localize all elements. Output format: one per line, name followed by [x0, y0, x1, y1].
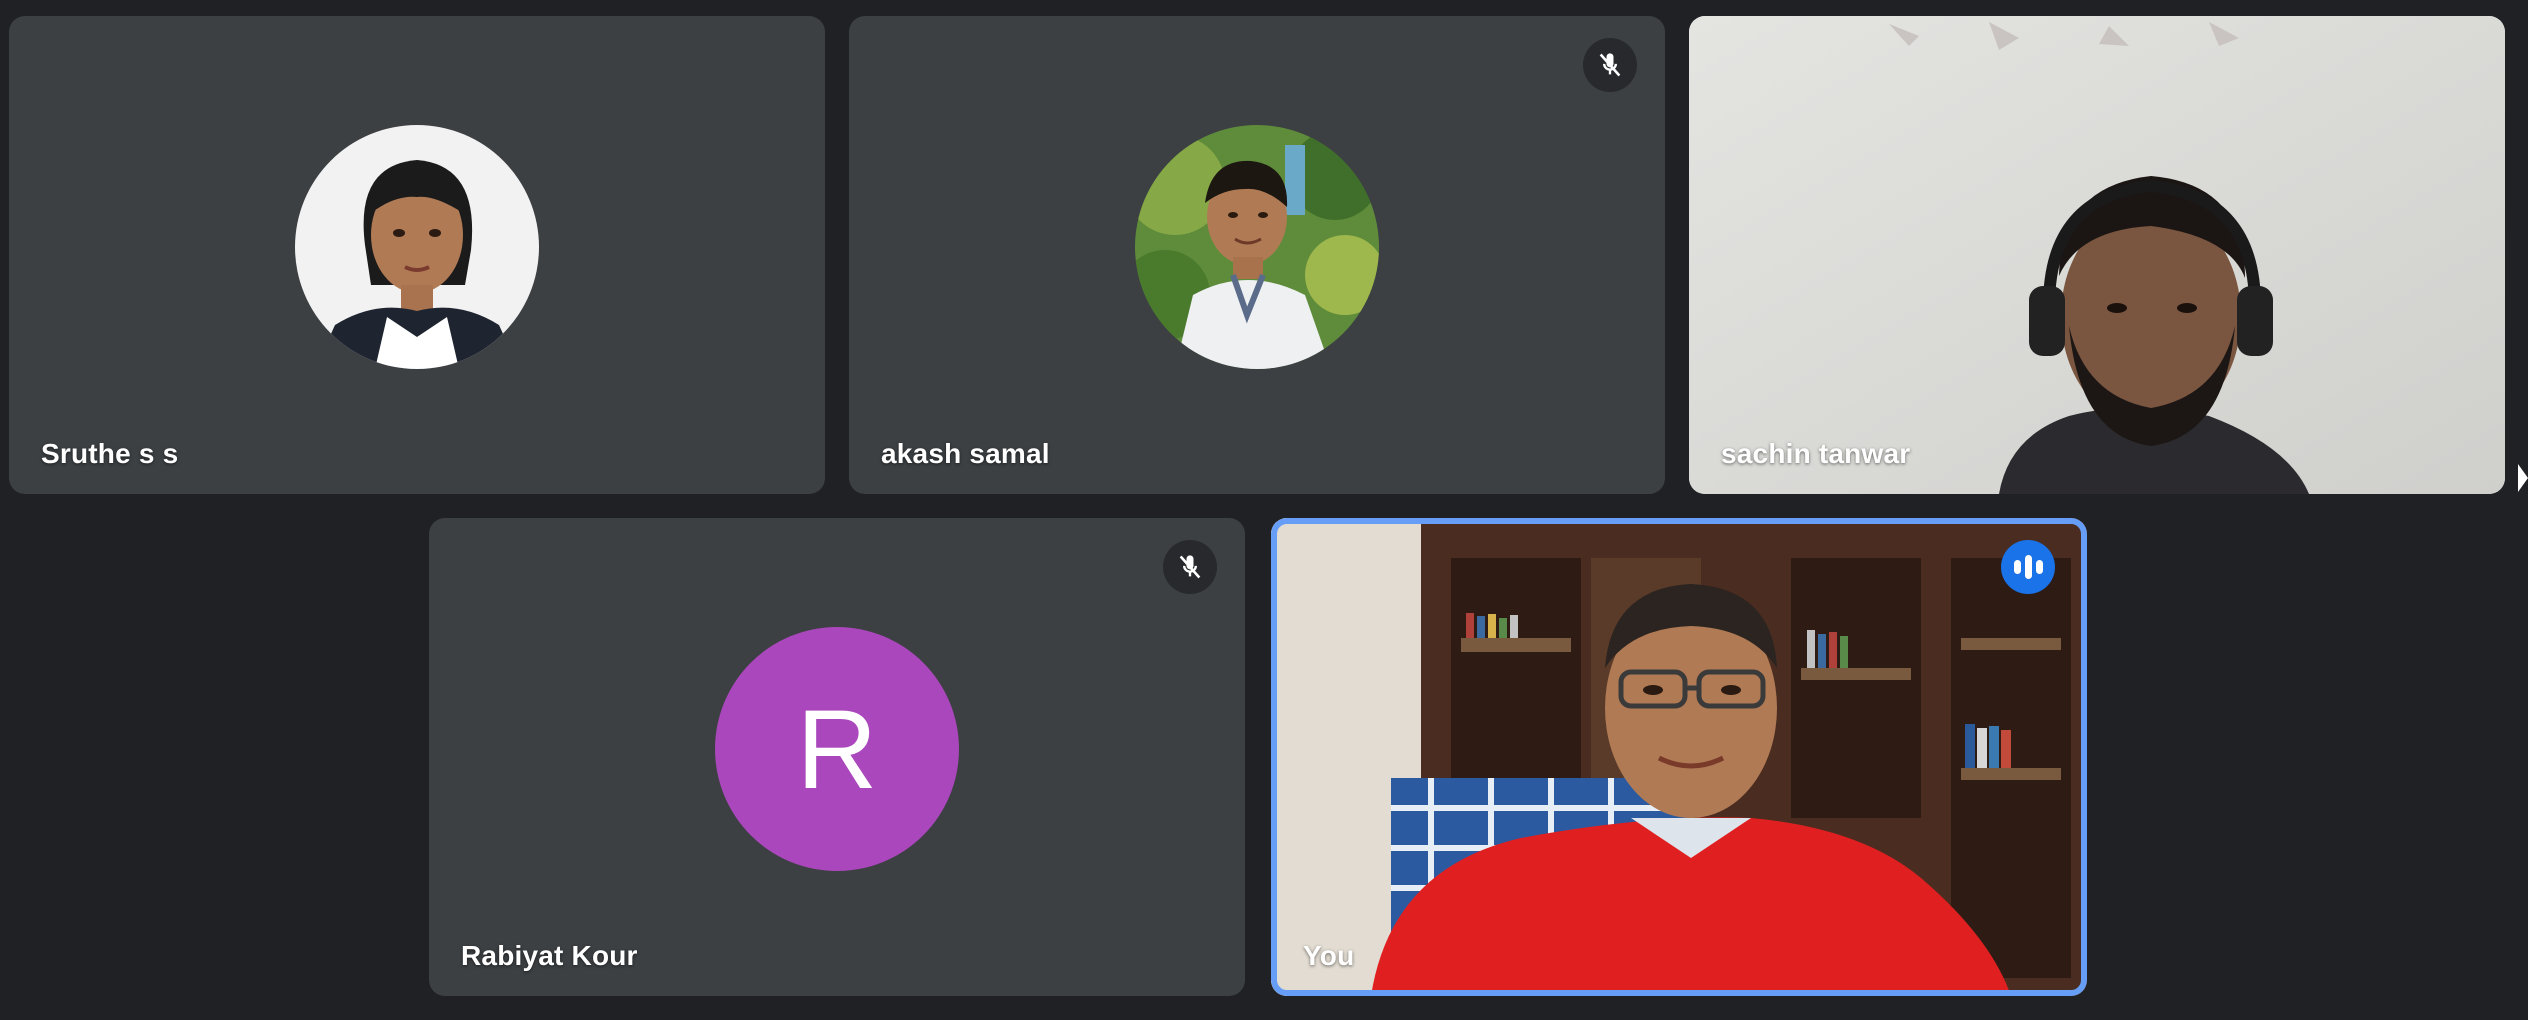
video-feed — [1689, 16, 2505, 494]
participant-tile-rabiyat[interactable]: R Rabiyat Kour — [429, 518, 1245, 996]
participant-name: akash samal — [881, 438, 1050, 469]
video-feed — [1271, 518, 2087, 996]
avatar-photo — [1135, 125, 1379, 369]
audio-level-icon — [2001, 540, 2055, 594]
avatar-photo — [295, 125, 539, 369]
participant-tile-akash[interactable]: akash samal — [849, 16, 1665, 494]
participant-tile-self[interactable]: You — [1271, 518, 2087, 996]
initial-avatar: R — [715, 627, 959, 871]
mouse-cursor-icon — [2518, 464, 2528, 492]
meeting-grid: Sruthe s s akash samal sachin tanwar R R… — [0, 0, 2528, 1020]
mic-off-icon — [1163, 540, 1217, 594]
participant-name: Rabiyat Kour — [461, 940, 638, 971]
participant-tile-sachin[interactable]: sachin tanwar — [1689, 16, 2505, 494]
mic-off-icon — [1583, 38, 1637, 92]
participant-name: You — [1303, 940, 1355, 971]
participant-name: sachin tanwar — [1721, 438, 1911, 469]
participant-name: Sruthe s s — [41, 438, 179, 469]
participant-tile-sruthe[interactable]: Sruthe s s — [9, 16, 825, 494]
